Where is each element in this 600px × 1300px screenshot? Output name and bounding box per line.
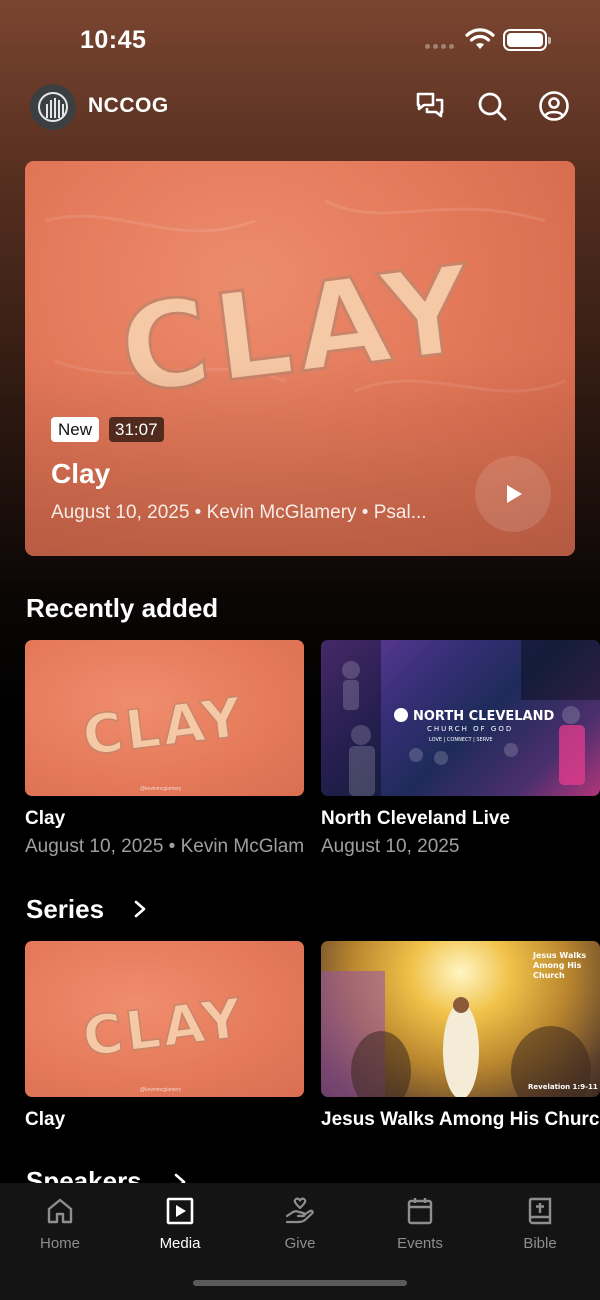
play-icon bbox=[507, 485, 522, 503]
tab-label: Home bbox=[39, 1235, 80, 1252]
live-thumbnail: NORTH CLEVELAND CHURCH OF GOD LOVE | CON… bbox=[321, 640, 600, 796]
give-icon bbox=[285, 1197, 314, 1224]
overlay-tagline: LOVE | CONNECT | SERVE bbox=[429, 737, 493, 743]
card-meta: August 10, 2025 • Kevin McGlamery bbox=[25, 836, 304, 857]
card-meta: August 10, 2025 bbox=[321, 836, 460, 857]
card-title: Jesus Walks Among His Church bbox=[321, 1109, 600, 1130]
messages-button[interactable] bbox=[414, 90, 446, 122]
tab-label: Events bbox=[397, 1235, 443, 1252]
app-title: NCCOG bbox=[88, 94, 169, 117]
overlay-line2: CHURCH OF GOD bbox=[427, 725, 513, 733]
battery-icon bbox=[503, 29, 551, 51]
clay-thumbnail: CLAY @kevinmcglamery bbox=[25, 941, 304, 1097]
tab-events[interactable]: Events bbox=[360, 1195, 480, 1252]
featured-title: Clay bbox=[51, 458, 111, 489]
chevron-right-icon[interactable] bbox=[130, 899, 150, 919]
jesus-walks-thumbnail: Jesus Walks Among His Church Revelation … bbox=[321, 941, 600, 1097]
series-row: CLAY @kevinmcglamery Clay Jesus Walks Am… bbox=[25, 941, 600, 1131]
overlay-line1: NORTH CLEVELAND bbox=[413, 709, 555, 724]
status-bar: 10:45 bbox=[0, 0, 600, 80]
search-button[interactable] bbox=[476, 90, 508, 122]
church-logo[interactable] bbox=[30, 84, 76, 130]
media-card-north-cleveland-live[interactable]: NORTH CLEVELAND CHURCH OF GOD LOVE | CON… bbox=[321, 640, 600, 858]
clay-art-text: CLAY bbox=[79, 986, 247, 1068]
signal-icon bbox=[425, 44, 454, 49]
svg-text:Among His: Among His bbox=[533, 961, 582, 970]
duration-badge: 31:07 bbox=[109, 417, 164, 442]
profile-button[interactable] bbox=[538, 90, 570, 122]
tab-bible[interactable]: Bible bbox=[480, 1195, 600, 1252]
watermark: @kevinmcglamery bbox=[140, 1087, 182, 1093]
watermark: @kevinmcglamery bbox=[140, 786, 182, 792]
app-header: NCCOG bbox=[30, 82, 570, 130]
featured-media-card[interactable]: CLAY New 31:07 Clay August 10, 2025 • Ke… bbox=[25, 161, 575, 556]
series-title: Series bbox=[26, 894, 105, 924]
home-indicator bbox=[193, 1280, 407, 1286]
new-badge: New bbox=[51, 417, 100, 442]
series-card-clay[interactable]: CLAY @kevinmcglamery Clay bbox=[25, 941, 304, 1131]
card-title: Clay bbox=[25, 808, 66, 829]
media-card-clay[interactable]: CLAY @kevinmcglamery Clay August 10, 202… bbox=[25, 640, 304, 858]
clay-thumbnail: CLAY @kevinmcglamery bbox=[25, 640, 304, 796]
logo-icon bbox=[38, 92, 68, 122]
tab-label: Give bbox=[284, 1235, 316, 1252]
media-icon bbox=[166, 1197, 194, 1225]
featured-meta: August 10, 2025 • Kevin McGlamery • Psal… bbox=[51, 502, 427, 523]
recently-added-row: CLAY @kevinmcglamery Clay August 10, 202… bbox=[25, 640, 600, 858]
calendar-icon bbox=[407, 1198, 433, 1225]
tab-media[interactable]: Media bbox=[120, 1195, 240, 1252]
status-time: 10:45 bbox=[80, 26, 147, 54]
card-title: North Cleveland Live bbox=[321, 808, 510, 829]
tab-label: Media bbox=[159, 1235, 201, 1252]
wifi-icon bbox=[465, 28, 495, 49]
svg-text:Church: Church bbox=[533, 971, 565, 980]
tab-home[interactable]: Home bbox=[0, 1195, 120, 1252]
recently-added-title: Recently added bbox=[26, 593, 219, 623]
tab-label: Bible bbox=[523, 1235, 557, 1252]
overlay-ref: Revelation 1:9-11 bbox=[528, 1083, 598, 1091]
series-card-jesus-walks[interactable]: Jesus Walks Among His Church Revelation … bbox=[321, 941, 600, 1131]
bible-icon bbox=[528, 1197, 552, 1225]
home-icon bbox=[47, 1198, 73, 1224]
play-button[interactable] bbox=[475, 456, 551, 532]
card-title: Clay bbox=[25, 1109, 66, 1130]
chat-icon bbox=[416, 92, 444, 118]
svg-text:Jesus Walks: Jesus Walks bbox=[532, 951, 586, 960]
clay-art-text: CLAY bbox=[79, 685, 247, 767]
tab-give[interactable]: Give bbox=[240, 1195, 360, 1252]
user-icon bbox=[539, 91, 569, 121]
search-icon bbox=[478, 92, 507, 121]
